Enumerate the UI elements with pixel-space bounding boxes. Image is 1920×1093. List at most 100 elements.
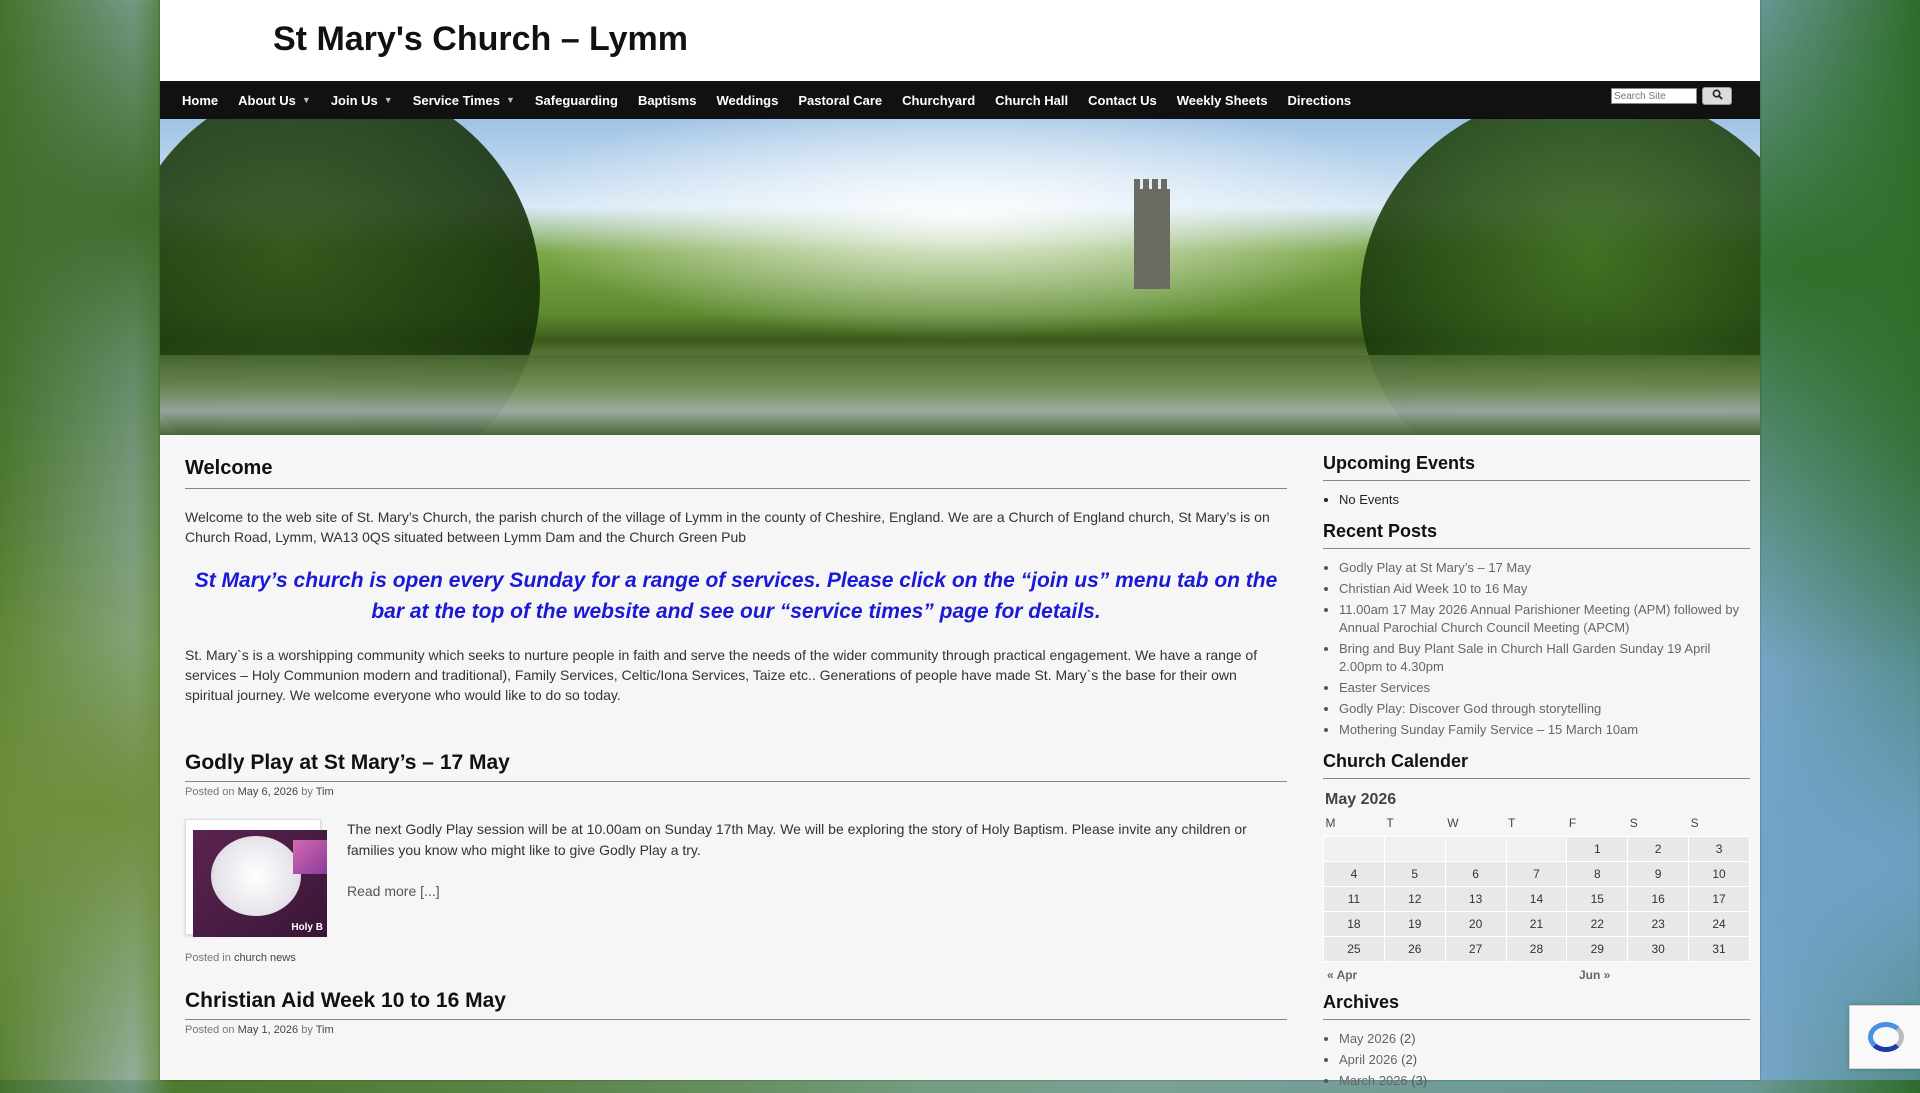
- nav-directions[interactable]: Directions: [1278, 81, 1362, 119]
- recent-post-link[interactable]: Easter Services: [1339, 680, 1430, 695]
- nav-home[interactable]: Home: [172, 81, 228, 119]
- post-title-link[interactable]: Christian Aid Week 10 to 16 May: [185, 989, 1287, 1020]
- recent-post-link[interactable]: 11.00am 17 May 2026 Annual Parishioner M…: [1339, 602, 1739, 635]
- calendar-day: 7: [1505, 861, 1568, 887]
- header-banner-image: [160, 119, 1760, 435]
- calendar-day: 8: [1566, 861, 1629, 887]
- nav-churchyard[interactable]: Churchyard: [892, 81, 985, 119]
- list-item: No Events: [1339, 491, 1750, 509]
- sidebar: Upcoming Events No Events Recent Posts G…: [1323, 453, 1750, 1093]
- list-item: May 2026 (2): [1339, 1030, 1750, 1048]
- recent-post-link[interactable]: Godly Play at St Mary’s – 17 May: [1339, 560, 1531, 575]
- post-date-link[interactable]: May 6, 2026: [238, 786, 299, 798]
- calendar-next-link[interactable]: Jun »: [1579, 968, 1610, 982]
- archives-list: May 2026 (2) April 2026 (2) March 2026 (…: [1323, 1030, 1750, 1090]
- archive-link[interactable]: April 2026: [1339, 1052, 1398, 1067]
- post-excerpt: The next Godly Play session will be at 1…: [347, 819, 1287, 935]
- caret-down-icon: ▼: [301, 95, 311, 105]
- search-button[interactable]: [1702, 87, 1732, 105]
- archive-count: (2): [1401, 1052, 1418, 1067]
- nav-label: Weddings: [716, 92, 779, 108]
- post-author-link[interactable]: Tim: [316, 1024, 334, 1036]
- calendar-day: 28: [1505, 936, 1568, 962]
- post-article: Godly Play at St Mary’s – 17 May Posted …: [185, 751, 1287, 964]
- calendar-day: 31: [1688, 936, 1750, 962]
- weekday-header: S: [1629, 816, 1638, 830]
- nav-service-times[interactable]: Service Times ▼: [403, 81, 525, 119]
- excerpt-text: The next Godly Play session will be at 1…: [347, 821, 1247, 858]
- calendar-day: 27: [1444, 936, 1507, 962]
- posted-on-label: Posted on: [185, 1024, 235, 1036]
- calendar-day: 15: [1566, 886, 1629, 912]
- nav-church-hall[interactable]: Church Hall: [985, 81, 1078, 119]
- nav-about-us[interactable]: About Us ▼: [228, 81, 321, 119]
- nav-contact-us[interactable]: Contact Us: [1078, 81, 1167, 119]
- calendar-day: 18: [1323, 911, 1385, 937]
- calendar-week: 11 12 13 14 15 16 17: [1323, 886, 1750, 912]
- nav-baptisms[interactable]: Baptisms: [628, 81, 707, 119]
- post-thumbnail[interactable]: Holy B: [185, 819, 327, 937]
- recent-post-link[interactable]: Godly Play: Discover God through storyte…: [1339, 701, 1601, 716]
- site-title[interactable]: St Mary's Church – Lymm: [273, 20, 688, 59]
- widget-title: Archives: [1323, 992, 1750, 1020]
- category-link[interactable]: church news: [234, 952, 296, 964]
- calendar-day: 2: [1627, 836, 1690, 862]
- caret-down-icon: ▼: [383, 95, 393, 105]
- posted-in-label: Posted in: [185, 952, 231, 964]
- weekday-header: S: [1690, 816, 1699, 830]
- weekday-header: T: [1508, 816, 1516, 830]
- site-header: St Mary's Church – Lymm: [160, 0, 1760, 81]
- calendar-day: 22: [1566, 911, 1629, 937]
- nav-weddings[interactable]: Weddings: [706, 81, 788, 119]
- recaptcha-badge[interactable]: [1849, 1005, 1920, 1069]
- calendar-day: 20: [1444, 911, 1507, 937]
- caret-down-icon: ▼: [505, 95, 515, 105]
- upcoming-events-list: No Events: [1323, 491, 1750, 509]
- calendar-day: 21: [1505, 911, 1568, 937]
- search-input[interactable]: [1611, 88, 1697, 104]
- calendar-day: [1383, 836, 1446, 862]
- archive-link[interactable]: March 2026: [1339, 1073, 1408, 1088]
- weekday-header: M: [1325, 816, 1336, 830]
- nav-pastoral-care[interactable]: Pastoral Care: [788, 81, 892, 119]
- nav-safeguarding[interactable]: Safeguarding: [525, 81, 628, 119]
- welcome-callout: St Mary’s church is open every Sunday fo…: [194, 569, 1278, 623]
- weekday-header: T: [1386, 816, 1394, 830]
- read-more-link[interactable]: Read more [...]: [347, 881, 1287, 902]
- list-item: Godly Play at St Mary’s – 17 May: [1339, 559, 1750, 577]
- calendar-day: [1323, 836, 1385, 862]
- welcome-intro: Welcome to the web site of St. Mary’s Ch…: [185, 509, 1270, 545]
- calendar-nav: « Apr Jun »: [1323, 968, 1750, 982]
- weekday-header: W: [1447, 816, 1459, 830]
- calendar-week: 18 19 20 21 22 23 24: [1323, 911, 1750, 937]
- nav-label: Home: [182, 92, 219, 108]
- post-article: Christian Aid Week 10 to 16 May Posted o…: [185, 989, 1287, 1036]
- nav-label: Contact Us: [1088, 92, 1157, 108]
- archive-link[interactable]: May 2026: [1339, 1031, 1396, 1046]
- calendar-day: 29: [1566, 936, 1629, 962]
- widget-title: Church Calender: [1323, 751, 1750, 779]
- weekday-header: F: [1568, 816, 1577, 830]
- calendar-day: 14: [1505, 886, 1568, 912]
- nav-label: Churchyard: [902, 92, 976, 108]
- calendar-day: 17: [1688, 886, 1750, 912]
- calendar-day: 3: [1688, 836, 1750, 862]
- nav-label: About Us: [238, 92, 296, 108]
- post-date-link[interactable]: May 1, 2026: [238, 1024, 299, 1036]
- calendar-day: 25: [1323, 936, 1385, 962]
- post-author-link[interactable]: Tim: [316, 786, 334, 798]
- nav-weekly-sheets[interactable]: Weekly Sheets: [1167, 81, 1278, 119]
- nav-join-us[interactable]: Join Us ▼: [321, 81, 403, 119]
- post-title-link[interactable]: Godly Play at St Mary’s – 17 May: [185, 751, 1287, 782]
- calendar-prev-link[interactable]: « Apr: [1327, 968, 1579, 982]
- recent-post-link[interactable]: Christian Aid Week 10 to 16 May: [1339, 581, 1527, 596]
- recent-post-link[interactable]: Mothering Sunday Family Service – 15 Mar…: [1339, 722, 1638, 737]
- widget-archives: Archives May 2026 (2) April 2026 (2) Mar…: [1323, 992, 1750, 1090]
- recent-post-link[interactable]: Bring and Buy Plant Sale in Church Hall …: [1339, 641, 1710, 674]
- list-item: Bring and Buy Plant Sale in Church Hall …: [1339, 640, 1750, 676]
- recent-posts-list: Godly Play at St Mary’s – 17 May Christi…: [1323, 559, 1750, 739]
- calendar-day: 16: [1627, 886, 1690, 912]
- welcome-body: St. Mary`s is a worshipping community wh…: [185, 647, 1258, 703]
- widget-title: Upcoming Events: [1323, 453, 1750, 481]
- nav-label: Baptisms: [637, 92, 697, 108]
